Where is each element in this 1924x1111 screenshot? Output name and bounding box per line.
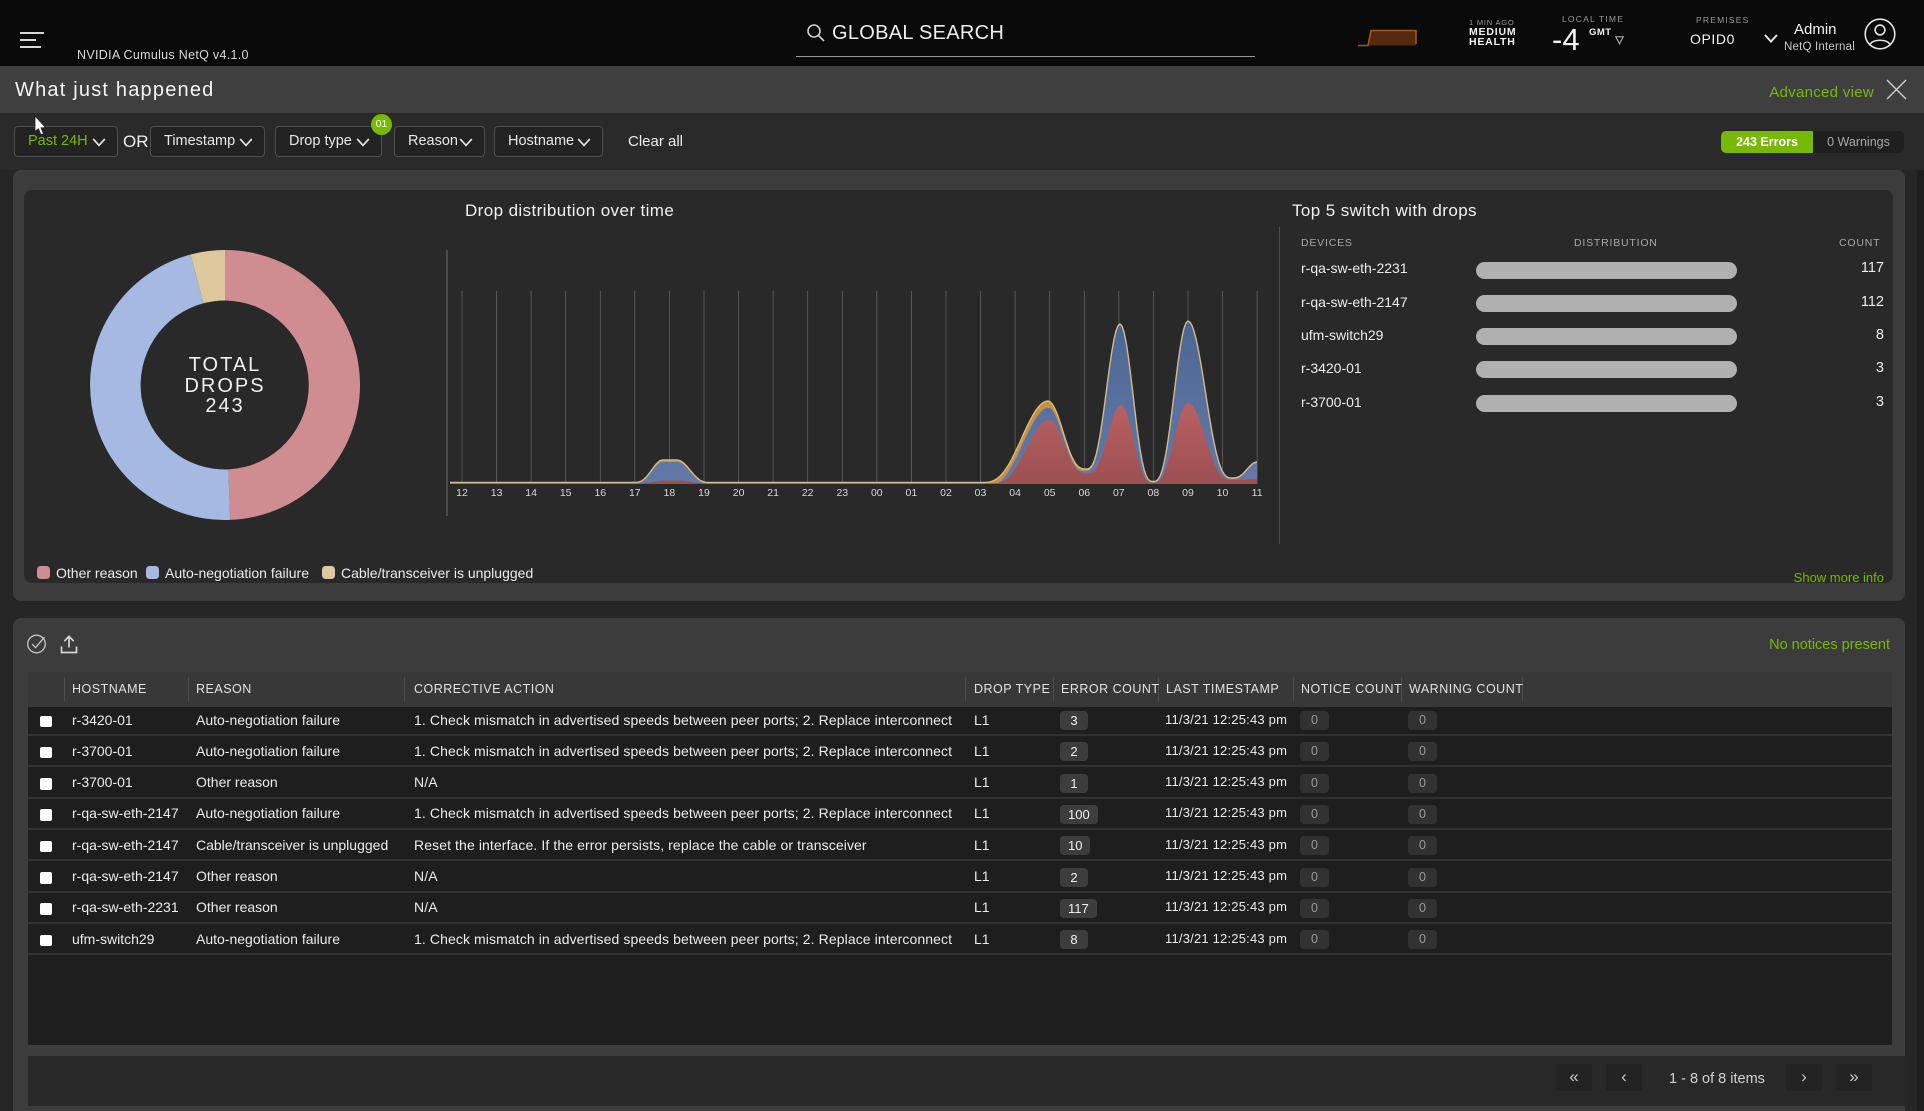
svg-text:04: 04 (1009, 487, 1021, 499)
svg-text:08: 08 (1148, 487, 1160, 499)
svg-text:20: 20 (733, 487, 745, 499)
svg-text:16: 16 (594, 487, 606, 499)
svg-text:03: 03 (975, 487, 987, 499)
svg-text:19: 19 (698, 487, 710, 499)
svg-text:14: 14 (525, 487, 537, 499)
svg-text:07: 07 (1113, 487, 1125, 499)
svg-text:06: 06 (1078, 487, 1090, 499)
svg-text:12: 12 (456, 487, 468, 499)
svg-text:15: 15 (560, 487, 572, 499)
svg-text:17: 17 (629, 487, 641, 499)
svg-text:21: 21 (767, 487, 779, 499)
svg-text:23: 23 (836, 487, 848, 499)
svg-text:02: 02 (940, 487, 952, 499)
svg-text:01: 01 (906, 487, 918, 499)
svg-text:05: 05 (1044, 487, 1056, 499)
svg-text:18: 18 (664, 487, 676, 499)
svg-text:00: 00 (871, 487, 883, 499)
svg-text:09: 09 (1182, 487, 1194, 499)
svg-text:10: 10 (1217, 487, 1229, 499)
svg-text:11: 11 (1252, 487, 1263, 499)
svg-text:13: 13 (491, 487, 503, 499)
svg-text:22: 22 (802, 487, 814, 499)
